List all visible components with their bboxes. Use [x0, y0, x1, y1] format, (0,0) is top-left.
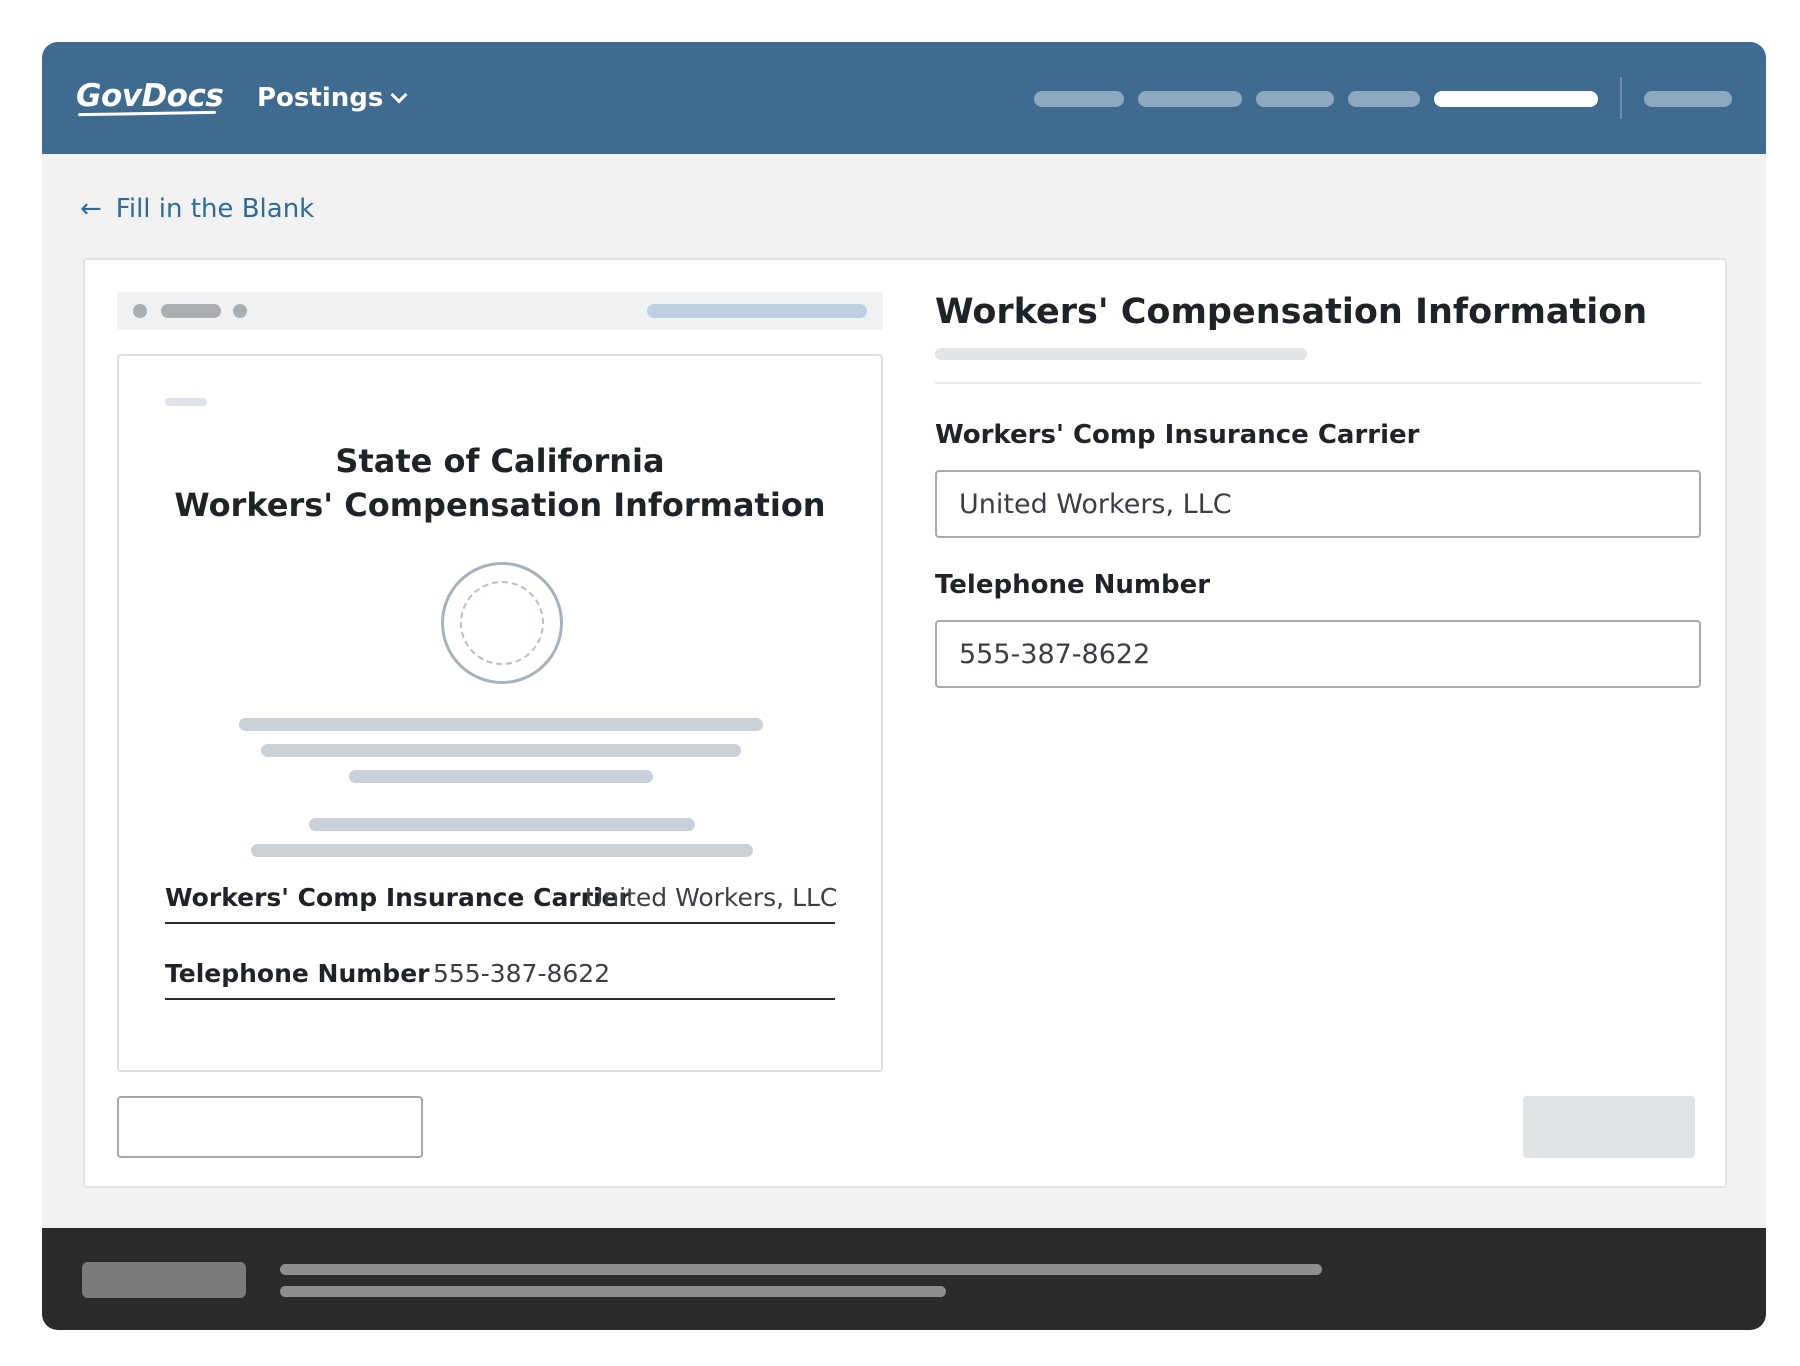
document-preview: State of California Workers' Compensatio… [117, 354, 883, 1072]
document-text-line [251, 844, 753, 857]
seal-inner-ring [460, 581, 544, 665]
footer [42, 1228, 1766, 1330]
toolbar-dot[interactable] [233, 304, 247, 318]
preview-toolbar [117, 292, 883, 330]
chevron-down-icon [390, 86, 408, 104]
document-text-line [239, 718, 763, 731]
document-field-label: Telephone Number [165, 959, 430, 988]
nav-item-3[interactable] [1256, 91, 1334, 107]
document-title-line-2: Workers' Compensation Information [174, 486, 826, 524]
primary-button-disabled[interactable] [1523, 1096, 1695, 1158]
document-field-value: United Workers, LLC [585, 883, 838, 912]
document-tag [165, 398, 207, 406]
toolbar-control[interactable] [161, 304, 221, 318]
state-seal-icon [441, 562, 563, 684]
document-text-line [349, 770, 653, 783]
nav-item-account[interactable] [1644, 91, 1732, 107]
nav-divider [1620, 77, 1622, 119]
nav-item-4[interactable] [1348, 91, 1420, 107]
footer-text-line [280, 1286, 946, 1297]
document-title-line-1: State of California [335, 442, 665, 480]
footer-text-line [280, 1264, 1322, 1275]
document-text-line [261, 744, 741, 757]
form-subtitle-placeholder [935, 348, 1307, 360]
toolbar-dot[interactable] [133, 304, 147, 318]
nav-item-active[interactable] [1434, 91, 1598, 107]
form-title: Workers' Compensation Information [935, 292, 1648, 332]
editor-card: State of California Workers' Compensatio… [83, 258, 1727, 1188]
nav-item-2[interactable] [1138, 91, 1242, 107]
document-field-carrier: Workers' Comp Insurance Carrier United W… [165, 874, 838, 924]
document-field-telephone: Telephone Number 555-387-8622 [165, 950, 835, 1000]
document-field-value: 555-387-8622 [433, 959, 611, 988]
document-field-label: Workers' Comp Insurance Carrier [165, 883, 631, 912]
carrier-field-label: Workers' Comp Insurance Carrier [935, 420, 1420, 450]
secondary-button[interactable] [117, 1096, 423, 1158]
carrier-input[interactable] [935, 470, 1701, 538]
app-window: GovDocs Postings ← Fill in the Blank Sta… [42, 42, 1766, 1330]
nav-item-1[interactable] [1034, 91, 1124, 107]
arrow-left-icon: ← [80, 194, 102, 224]
telephone-input[interactable] [935, 620, 1701, 688]
postings-menu-button[interactable]: Postings [257, 82, 408, 114]
form-divider [935, 382, 1701, 384]
telephone-field-label: Telephone Number [935, 570, 1211, 600]
document-text-line [309, 818, 695, 831]
toolbar-progress [647, 304, 867, 318]
footer-button[interactable] [82, 1262, 246, 1298]
postings-menu-label: Postings [257, 83, 384, 113]
govdocs-logo[interactable]: GovDocs [76, 78, 224, 114]
top-navigation-bar: GovDocs Postings [42, 42, 1766, 154]
back-link-label: Fill in the Blank [115, 194, 315, 224]
back-link[interactable]: ← Fill in the Blank [80, 192, 314, 226]
